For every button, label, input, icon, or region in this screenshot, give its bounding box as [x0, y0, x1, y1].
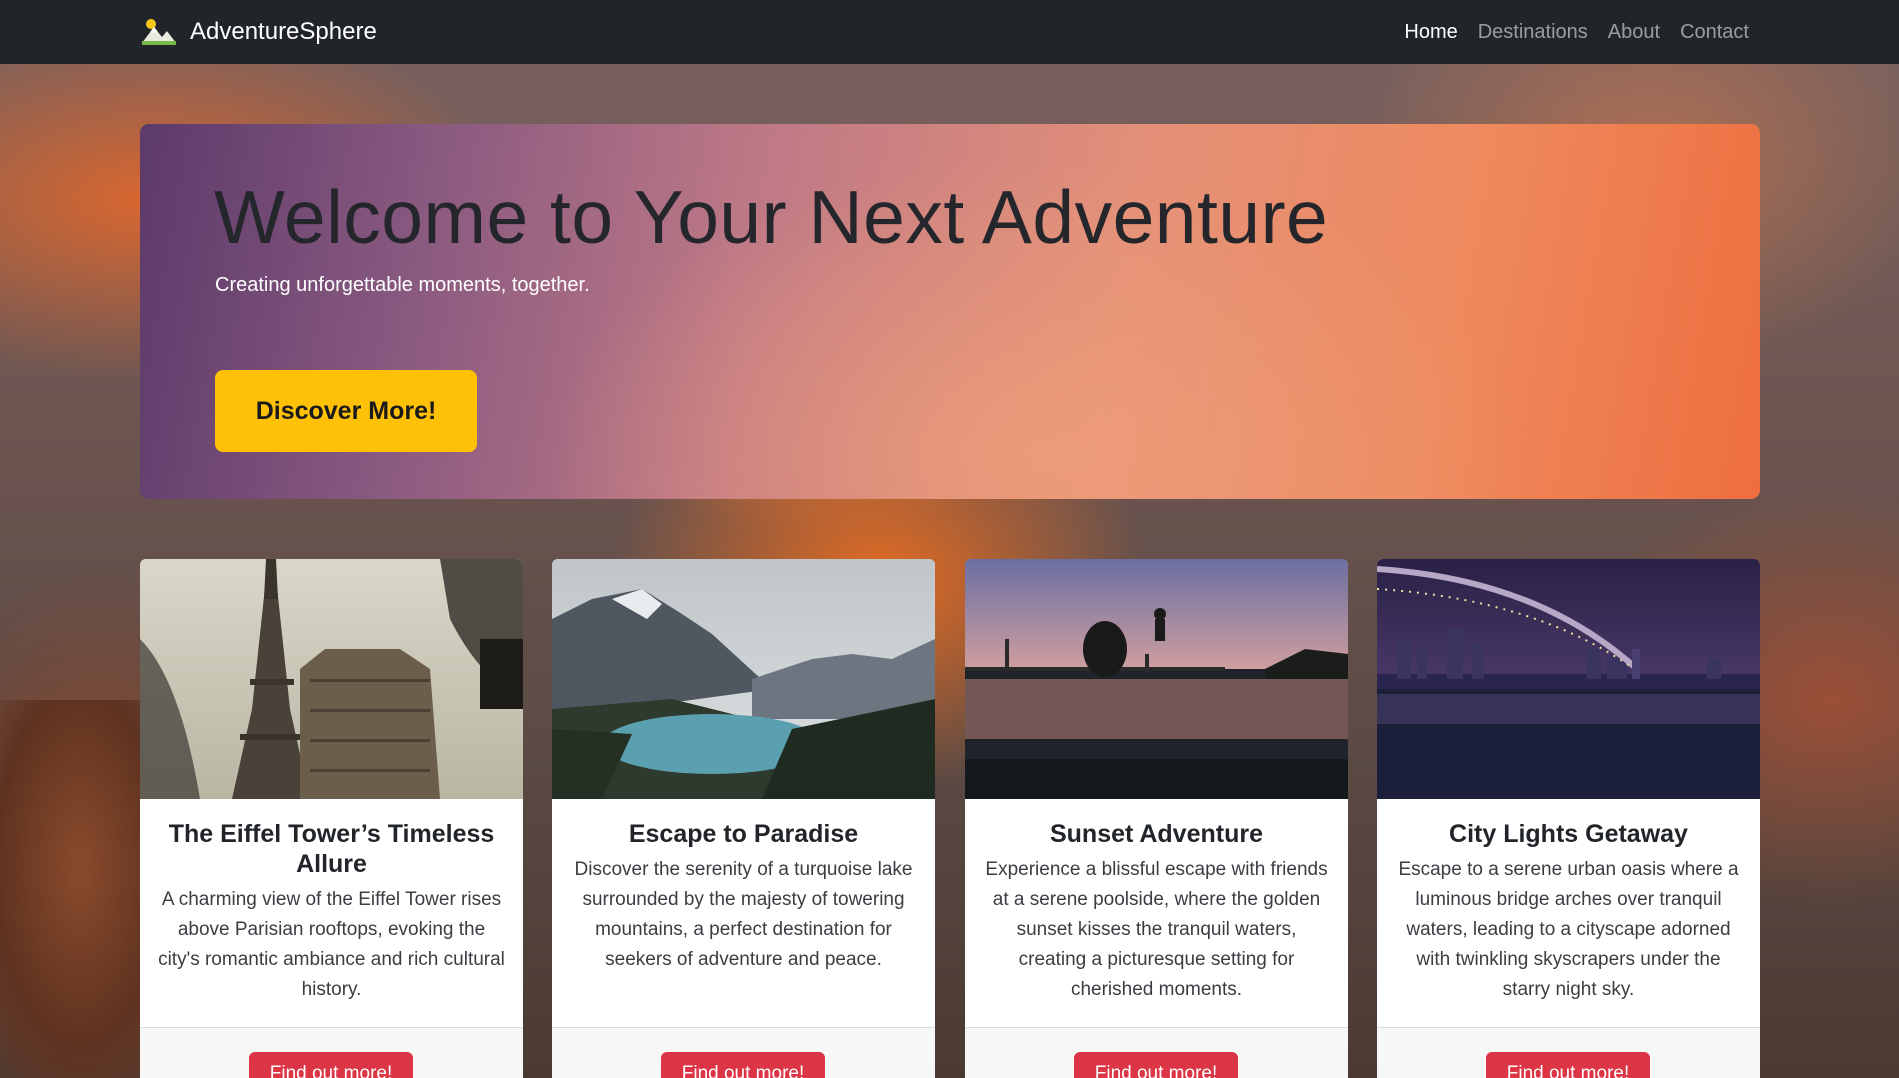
card-footer: Find out more!: [965, 1027, 1348, 1078]
mountain-sun-icon: [142, 19, 176, 45]
card-text: Escape to a serene urban oasis where a l…: [1398, 859, 1739, 1000]
card-body: Sunset Adventure Experience a blissful e…: [965, 799, 1348, 1027]
sunset-pool-photo: [965, 559, 1348, 799]
card-footer: Find out more!: [140, 1027, 523, 1078]
card-eiffel-tower: The Eiffel Tower’s Timeless Allure A cha…: [140, 559, 523, 1078]
city-bridge-night-photo: [1377, 559, 1760, 799]
card-title: The Eiffel Tower’s Timeless Allure: [168, 820, 495, 878]
card-sunset-adventure: Sunset Adventure Experience a blissful e…: [965, 559, 1348, 1078]
card-title: Sunset Adventure: [1049, 820, 1263, 848]
card-footer: Find out more!: [1377, 1027, 1760, 1078]
card-body: The Eiffel Tower’s Timeless Allure A cha…: [140, 799, 523, 1027]
hero-banner: Welcome to Your Next Adventure Creating …: [140, 124, 1760, 499]
card-body: Escape to Paradise Discover the serenity…: [552, 799, 935, 1027]
card-text: A charming view of the Eiffel Tower rise…: [158, 889, 505, 1000]
card-title: City Lights Getaway: [1449, 820, 1688, 848]
hero-title: Welcome to Your Next Adventure: [214, 175, 1329, 259]
brand[interactable]: AdventureSphere: [140, 17, 377, 47]
card-text: Experience a blissful escape with friend…: [985, 859, 1328, 1000]
nav-links: Home Destinations About Contact: [1404, 13, 1749, 52]
find-out-more-button[interactable]: Find out more!: [1486, 1052, 1650, 1078]
nav-link-destinations[interactable]: Destinations: [1478, 13, 1588, 52]
discover-more-button[interactable]: Discover More!: [215, 370, 477, 452]
nav-link-about[interactable]: About: [1608, 13, 1660, 52]
nav-link-home[interactable]: Home: [1404, 13, 1457, 52]
eiffel-tower-photo: [140, 559, 523, 799]
find-out-more-button[interactable]: Find out more!: [1074, 1052, 1238, 1078]
card-text: Discover the serenity of a turquoise lak…: [574, 859, 913, 970]
nav-link-contact[interactable]: Contact: [1680, 13, 1749, 52]
hero-subtitle: Creating unforgettable moments, together…: [215, 274, 590, 296]
find-out-more-button[interactable]: Find out more!: [661, 1052, 825, 1078]
card-body: City Lights Getaway Escape to a serene u…: [1377, 799, 1760, 1027]
card-escape-to-paradise: Escape to Paradise Discover the serenity…: [552, 559, 935, 1078]
find-out-more-button[interactable]: Find out more!: [249, 1052, 413, 1078]
navbar: AdventureSphere Home Destinations About …: [0, 0, 1899, 64]
card-city-lights-getaway: City Lights Getaway Escape to a serene u…: [1377, 559, 1760, 1078]
brand-name: AdventureSphere: [190, 18, 377, 45]
card-footer: Find out more!: [552, 1027, 935, 1078]
mountain-lake-photo: [552, 559, 935, 799]
card-title: Escape to Paradise: [628, 820, 859, 848]
